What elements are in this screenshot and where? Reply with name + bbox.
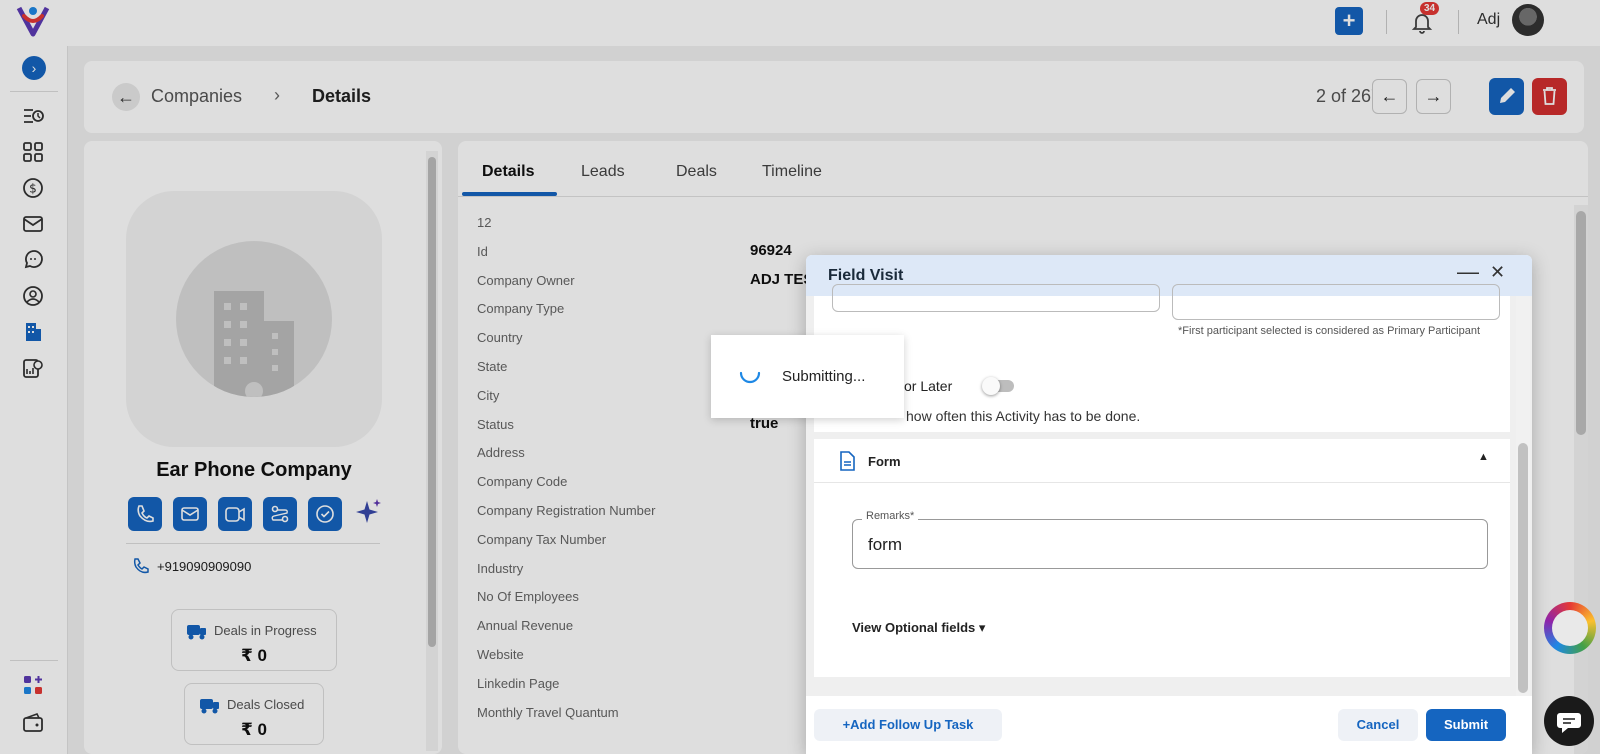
assistant-ring-icon[interactable] <box>1544 602 1596 654</box>
activity-section: *First participant selected is considere… <box>814 284 1510 432</box>
minimize-icon[interactable]: — <box>1457 259 1479 285</box>
activity-input[interactable] <box>832 284 1160 312</box>
cancel-button[interactable]: Cancel <box>1338 709 1418 741</box>
remarks-input[interactable] <box>852 519 1488 569</box>
participant-hint: *First participant selected is considere… <box>1178 325 1481 337</box>
dialog-scroll-thumb[interactable] <box>1518 443 1528 693</box>
dialog-body: *First participant selected is considere… <box>806 284 1532 696</box>
remarks-label: Remarks* <box>862 510 919 522</box>
chevron-up-icon[interactable]: ▲ <box>1478 451 1489 463</box>
document-icon <box>840 451 855 471</box>
form-section-title: Form <box>868 454 901 469</box>
chat-button[interactable] <box>1544 696 1594 746</box>
schedule-later-toggle[interactable] <box>982 377 1014 395</box>
ring-center <box>1552 610 1588 646</box>
submit-button[interactable]: Submit <box>1426 709 1506 741</box>
form-section: Form ▲ Remarks* form View Optional field… <box>814 439 1510 677</box>
submitting-text: Submitting... <box>782 368 866 385</box>
toggle-knob <box>982 377 1000 395</box>
close-icon[interactable]: ✕ <box>1490 262 1505 283</box>
recurrence-hint: how often this Activity has to be done. <box>906 408 1141 424</box>
view-optional-fields-toggle[interactable]: View Optional fields ▾ <box>852 620 985 636</box>
submitting-toast: Submitting... <box>711 335 904 418</box>
add-follow-up-task-button[interactable]: +Add Follow Up Task <box>814 709 1002 741</box>
dialog-footer: +Add Follow Up Task Cancel Submit <box>806 696 1532 754</box>
dialog-title: Field Visit <box>828 267 904 284</box>
divider <box>814 482 1510 483</box>
loading-spinner-icon <box>739 371 761 384</box>
participants-input[interactable] <box>1172 284 1500 320</box>
field-visit-dialog: Field Visit — ✕ *First participant selec… <box>806 255 1532 754</box>
schedule-later-label: or Later <box>904 378 953 394</box>
chat-icon <box>1557 713 1581 733</box>
remarks-value[interactable]: form <box>868 535 902 555</box>
